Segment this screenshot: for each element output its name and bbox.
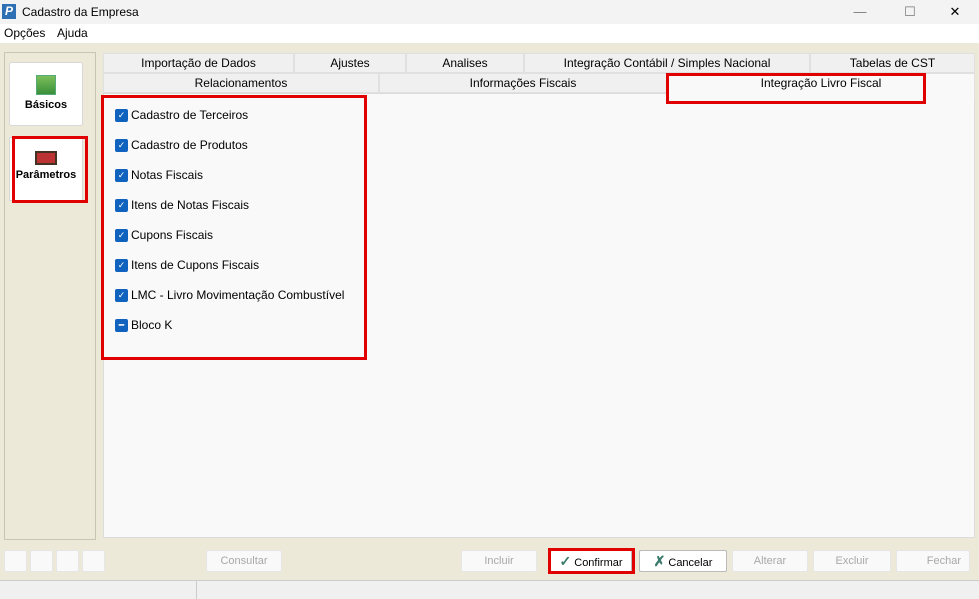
tab-relacionamentos[interactable]: Relacionamentos <box>103 73 379 93</box>
incluir-button[interactable]: Incluir <box>461 550 537 572</box>
menu-ajuda[interactable]: Ajuda <box>57 26 88 40</box>
cancelar-button[interactable]: ✗ Cancelar <box>639 550 727 572</box>
consultar-button[interactable]: Consultar <box>206 550 282 572</box>
window-title: Cadastro da Empresa <box>22 5 139 19</box>
title-bar <box>0 0 979 24</box>
tab-informacoes-fiscais[interactable]: Informações Fiscais <box>379 73 667 93</box>
nav-basicos[interactable]: Básicos <box>9 62 83 126</box>
nav-next-button[interactable] <box>56 550 79 572</box>
maximize-button[interactable]: ☐ <box>890 2 930 22</box>
excluir-button[interactable]: Excluir <box>813 550 891 572</box>
close-button[interactable]: ✕ <box>935 2 975 22</box>
tab-integracao-contabil[interactable]: Integração Contábil / Simples Nacional <box>524 53 810 73</box>
highlight-parametros <box>12 136 88 203</box>
highlight-checkboxes <box>101 95 367 360</box>
tab-importacao[interactable]: Importação de Dados <box>103 53 294 73</box>
highlight-confirmar <box>548 548 635 574</box>
app-icon: P <box>2 4 16 19</box>
nav-prev-button[interactable] <box>30 550 53 572</box>
tab-analises[interactable]: Analises <box>406 53 524 73</box>
tab-ajustes[interactable]: Ajustes <box>294 53 406 73</box>
menu-opcoes[interactable]: Opções <box>4 26 45 40</box>
x-icon: ✗ <box>653 553 666 569</box>
button-label: Cancelar <box>668 557 713 569</box>
menu-bar <box>0 24 979 43</box>
nav-last-button[interactable] <box>82 550 105 572</box>
highlight-active-tab <box>666 73 926 104</box>
tab-tabelas-cst[interactable]: Tabelas de CST <box>810 53 975 73</box>
alterar-button[interactable]: Alterar <box>732 550 808 572</box>
status-bar <box>0 580 979 599</box>
fechar-button[interactable]: Fechar <box>896 550 970 572</box>
minimize-button[interactable]: — <box>840 2 880 22</box>
nav-label: Básicos <box>24 99 68 111</box>
nav-first-button[interactable] <box>4 550 27 572</box>
basicos-icon <box>36 75 56 95</box>
